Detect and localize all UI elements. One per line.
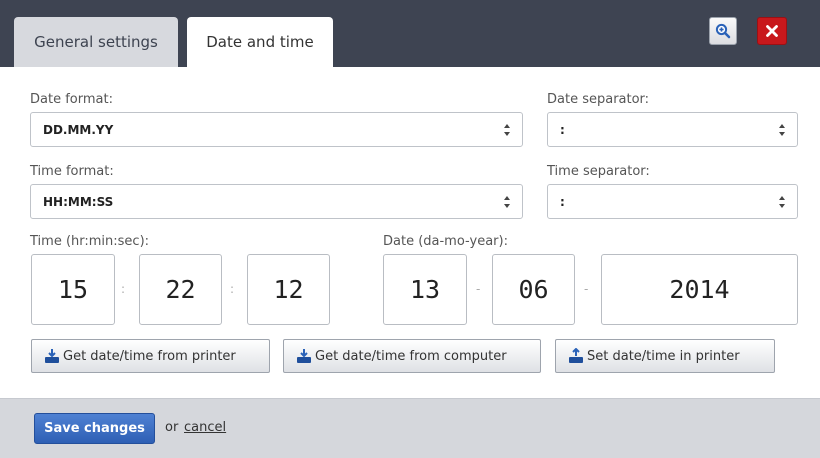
minute-input[interactable]: 22 bbox=[139, 254, 222, 325]
button-label: Get date/time from computer bbox=[315, 348, 507, 364]
get-from-computer-button[interactable]: Get date/time from computer bbox=[283, 339, 541, 373]
save-button[interactable]: Save changes bbox=[34, 413, 155, 444]
tab-label: General settings bbox=[34, 33, 158, 51]
date-format-label: Date format: bbox=[30, 92, 113, 107]
dialog-footer: Save changes or cancel bbox=[0, 398, 820, 458]
zoom-button[interactable] bbox=[709, 17, 737, 45]
day-input[interactable]: 13 bbox=[383, 254, 467, 325]
close-icon bbox=[766, 25, 778, 37]
second-input[interactable]: 12 bbox=[247, 254, 330, 325]
tab-label: Date and time bbox=[206, 33, 314, 51]
time-separator-select[interactable]: : bbox=[547, 184, 798, 219]
tab-date-and-time[interactable]: Date and time bbox=[187, 17, 333, 67]
get-from-printer-button[interactable]: Get date/time from printer bbox=[31, 339, 270, 373]
time-format-select[interactable]: HH:MM:SS bbox=[30, 184, 523, 219]
select-arrows-icon bbox=[779, 124, 785, 136]
download-tray-icon bbox=[297, 349, 311, 363]
time-format-label: Time format: bbox=[30, 164, 114, 179]
time-separator-glyph: : bbox=[121, 282, 126, 296]
date-separator-label: Date separator: bbox=[547, 92, 650, 107]
download-tray-icon bbox=[45, 349, 59, 363]
zoom-in-icon bbox=[715, 23, 731, 39]
time-separator-label: Time separator: bbox=[547, 164, 650, 179]
month-input[interactable]: 06 bbox=[492, 254, 575, 325]
hour-input[interactable]: 15 bbox=[31, 254, 115, 325]
date-format-select[interactable]: DD.MM.YY bbox=[30, 112, 523, 147]
select-arrows-icon bbox=[504, 196, 510, 208]
close-button[interactable] bbox=[757, 17, 787, 45]
button-label: Get date/time from printer bbox=[63, 348, 236, 364]
tab-general-settings[interactable]: General settings bbox=[14, 17, 178, 67]
time-format-value: HH:MM:SS bbox=[43, 195, 114, 209]
button-label: Set date/time in printer bbox=[587, 348, 740, 364]
date-separator-glyph: - bbox=[584, 282, 589, 296]
or-text: or bbox=[165, 420, 179, 435]
select-arrows-icon bbox=[504, 124, 510, 136]
set-in-printer-button[interactable]: Set date/time in printer bbox=[555, 339, 775, 373]
select-arrows-icon bbox=[779, 196, 785, 208]
date-separator-value: : bbox=[560, 123, 565, 137]
date-format-value: DD.MM.YY bbox=[43, 123, 114, 137]
time-separator-value: : bbox=[560, 195, 565, 209]
year-input[interactable]: 2014 bbox=[601, 254, 798, 325]
date-label: Date (da-mo-year): bbox=[383, 234, 508, 249]
upload-tray-icon bbox=[569, 348, 583, 363]
date-separator-select[interactable]: : bbox=[547, 112, 798, 147]
dialog-header: General settings Date and time bbox=[0, 0, 820, 67]
time-separator-glyph: : bbox=[230, 282, 235, 296]
date-separator-glyph: - bbox=[476, 282, 481, 296]
time-label: Time (hr:min:sec): bbox=[30, 234, 150, 249]
cancel-link[interactable]: cancel bbox=[184, 420, 226, 435]
